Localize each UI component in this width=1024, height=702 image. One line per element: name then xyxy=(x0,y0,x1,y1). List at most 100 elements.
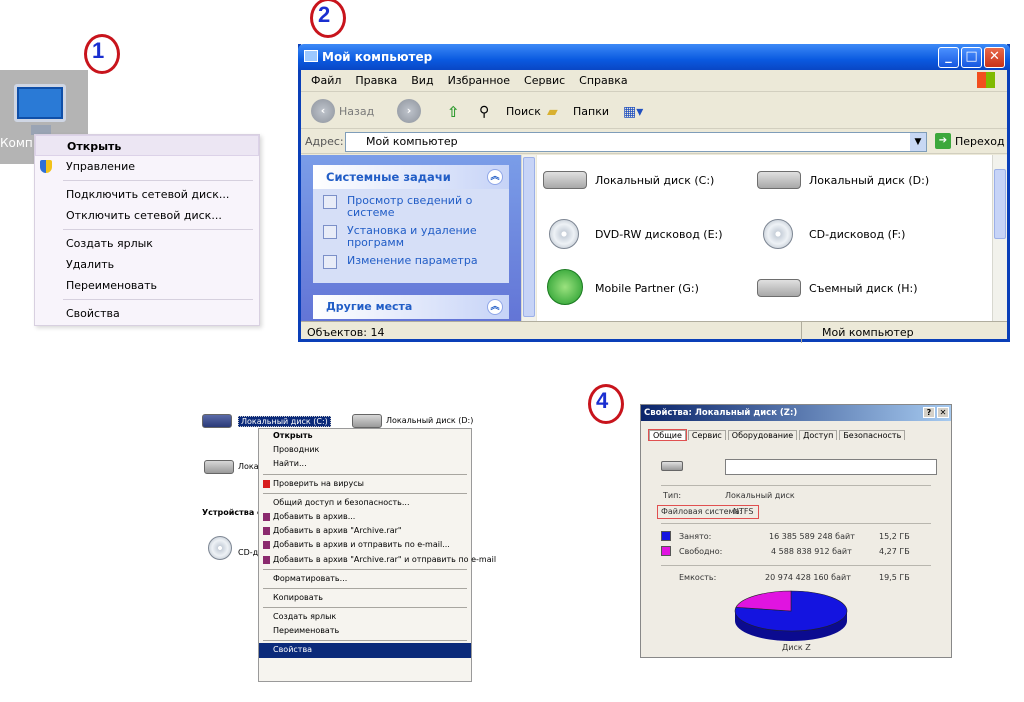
menu-4[interactable]: Сервис xyxy=(524,74,565,87)
menu-0[interactable]: Файл xyxy=(311,74,341,87)
menu-item[interactable]: Удалить xyxy=(35,254,259,275)
system-tasks-title: Системные задачи xyxy=(326,170,451,184)
context-menu: Открыть Управление Подключить сетевой диск… xyxy=(34,134,260,326)
address-label: Адрес: xyxy=(305,135,344,148)
menu-item[interactable]: Свойства xyxy=(35,303,259,324)
task-change-setting[interactable]: Изменение параметра xyxy=(323,255,505,269)
menu-3[interactable]: Избранное xyxy=(448,74,510,87)
help-button[interactable]: ? xyxy=(923,407,935,418)
task-view-system-info[interactable]: Просмотр сведений о системе xyxy=(323,195,505,219)
menu-separator xyxy=(263,640,467,642)
type-value: Локальный диск xyxy=(725,491,795,500)
collapse-chevron-icon[interactable]: ︽ xyxy=(487,299,503,315)
drive-label: Локальный диск (D:) xyxy=(809,174,930,187)
go-arrow-icon[interactable]: ➔ xyxy=(935,133,951,149)
menu-item[interactable]: Переименовать xyxy=(259,624,471,638)
system-tasks-header[interactable]: Системные задачи ︽ xyxy=(313,165,509,189)
free-label: Свободно: xyxy=(679,547,723,556)
drive-d-label[interactable]: Локальный диск (D:) xyxy=(386,416,473,425)
menu-item[interactable]: Свойства xyxy=(259,643,471,658)
menu-item[interactable]: Форматировать... xyxy=(259,572,471,586)
folders-button[interactable]: Папки xyxy=(573,101,609,123)
tab-0[interactable]: Общие xyxy=(648,429,687,441)
tab-strip: Общие Сервис Оборудование Доступ Безопасност… xyxy=(648,429,907,443)
menu-item[interactable]: Добавить в архив... xyxy=(259,510,471,524)
folders-icon: ▰ xyxy=(547,104,558,120)
shield-icon xyxy=(40,160,52,173)
menu-separator xyxy=(63,299,253,300)
menu-5[interactable]: Справка xyxy=(579,74,627,87)
drive-item[interactable]: Съемный диск (H:) xyxy=(757,269,967,313)
task-add-remove-programs[interactable]: Установка и удаление программ xyxy=(323,225,505,249)
drive-item[interactable]: Локальный диск (C:) xyxy=(543,161,753,205)
minimize-button[interactable]: _ xyxy=(938,47,959,68)
collapse-chevron-icon[interactable]: ︽ xyxy=(487,169,503,185)
menu-item[interactable]: Добавить в архив "Archive.rar" и отправи… xyxy=(259,553,496,567)
menu-item[interactable]: Создать ярлык xyxy=(259,610,471,624)
menu-item[interactable]: Переименовать xyxy=(35,275,259,296)
divider xyxy=(661,523,931,524)
menu-item[interactable]: Подключить сетевой диск... xyxy=(35,184,259,205)
menu-item[interactable]: Копировать xyxy=(259,591,471,605)
tab-2[interactable]: Оборудование xyxy=(727,430,798,440)
title-bar[interactable]: Мой компьютер _ □ ✕ xyxy=(298,44,1010,70)
menu-item[interactable]: Создать ярлык xyxy=(35,233,259,254)
drive-icon xyxy=(661,461,683,471)
drive-item[interactable]: Mobile Partner (G:) xyxy=(543,269,753,313)
cd-drive-icon xyxy=(549,219,579,249)
tab-4[interactable]: Безопасность xyxy=(839,430,906,440)
close-button[interactable]: ✕ xyxy=(937,407,949,418)
menu-item[interactable]: Добавить в архив и отправить по e-mail..… xyxy=(259,538,471,552)
menu-bar: Файл Правка Вид Избранное Сервис Справка xyxy=(301,70,1007,92)
search-button[interactable]: Поиск xyxy=(506,101,541,123)
search-icon: ⚲ xyxy=(479,104,490,120)
chevron-down-icon[interactable]: ▼ xyxy=(910,133,926,151)
archive-icon xyxy=(263,527,270,536)
hard-drive-icon xyxy=(352,414,382,428)
menu-item[interactable]: Управление xyxy=(35,156,259,177)
menu-item[interactable]: Отключить сетевой диск... xyxy=(35,205,259,226)
forward-arrow-icon[interactable]: › xyxy=(397,99,421,123)
scroll-thumb[interactable] xyxy=(523,157,535,317)
go-button[interactable]: Переход xyxy=(955,130,1005,154)
toolbar: ‹ Назад › ⇧ ⚲ Поиск ▰ Папки ▦▾ xyxy=(301,93,1007,129)
address-input[interactable]: Мой компьютер ▼ xyxy=(345,132,927,152)
drives-view: Локальный диск (C:) Локальный диск (D:) DV… xyxy=(537,155,992,321)
cd-drive-icon xyxy=(763,219,793,249)
content-scrollbar[interactable] xyxy=(992,155,1007,321)
selected-drive-label[interactable]: Локальный диск (C:) xyxy=(238,416,331,427)
menu-item[interactable]: Проводник xyxy=(259,443,471,457)
menu-2[interactable]: Вид xyxy=(411,74,433,87)
antivirus-icon xyxy=(263,479,270,488)
menu-1[interactable]: Правка xyxy=(355,74,397,87)
disk-label: Диск Z xyxy=(782,643,811,652)
drive-item[interactable]: Локальный диск (D:) xyxy=(757,161,967,205)
menu-item[interactable]: Найти... xyxy=(259,457,471,471)
other-places-header[interactable]: Другие места ︽ xyxy=(313,295,509,319)
tab-3[interactable]: Доступ xyxy=(799,430,838,440)
menu-item[interactable]: Добавить в архив "Archive.rar" xyxy=(259,524,471,538)
used-gb: 15,2 ГБ xyxy=(879,532,910,541)
maximize-button[interactable]: □ xyxy=(961,47,982,68)
hard-drive-icon xyxy=(204,460,234,474)
left-scrollbar[interactable] xyxy=(521,155,536,321)
views-icon[interactable]: ▦▾ xyxy=(623,101,643,123)
up-folder-icon[interactable]: ⇧ xyxy=(447,101,460,123)
menu-item[interactable]: Общий доступ и безопасность... xyxy=(259,496,471,510)
drive-name-input[interactable] xyxy=(725,459,937,475)
status-location: Мой компьютер xyxy=(801,322,1007,343)
scroll-thumb[interactable] xyxy=(994,169,1006,239)
drive-item[interactable]: DVD-RW дисковод (E:) xyxy=(543,215,753,259)
menu-item[interactable]: Открыть xyxy=(35,135,259,156)
free-bytes: 4 588 838 912 байт xyxy=(771,547,852,556)
close-button[interactable]: ✕ xyxy=(984,47,1005,68)
menu-item[interactable]: Проверить на вирусы xyxy=(259,477,471,491)
drive-item[interactable]: CD-дисковод (F:) xyxy=(757,215,967,259)
back-arrow-icon[interactable]: ‹ xyxy=(311,99,335,123)
step-marker-4: 4 xyxy=(587,384,625,424)
menu-item[interactable]: Открыть xyxy=(259,429,471,443)
back-button[interactable]: Назад xyxy=(339,101,374,123)
settings-icon xyxy=(323,255,337,269)
tab-1[interactable]: Сервис xyxy=(687,430,726,440)
dialog-title-bar[interactable]: Свойства: Локальный диск (Z:) ? ✕ xyxy=(641,405,951,421)
